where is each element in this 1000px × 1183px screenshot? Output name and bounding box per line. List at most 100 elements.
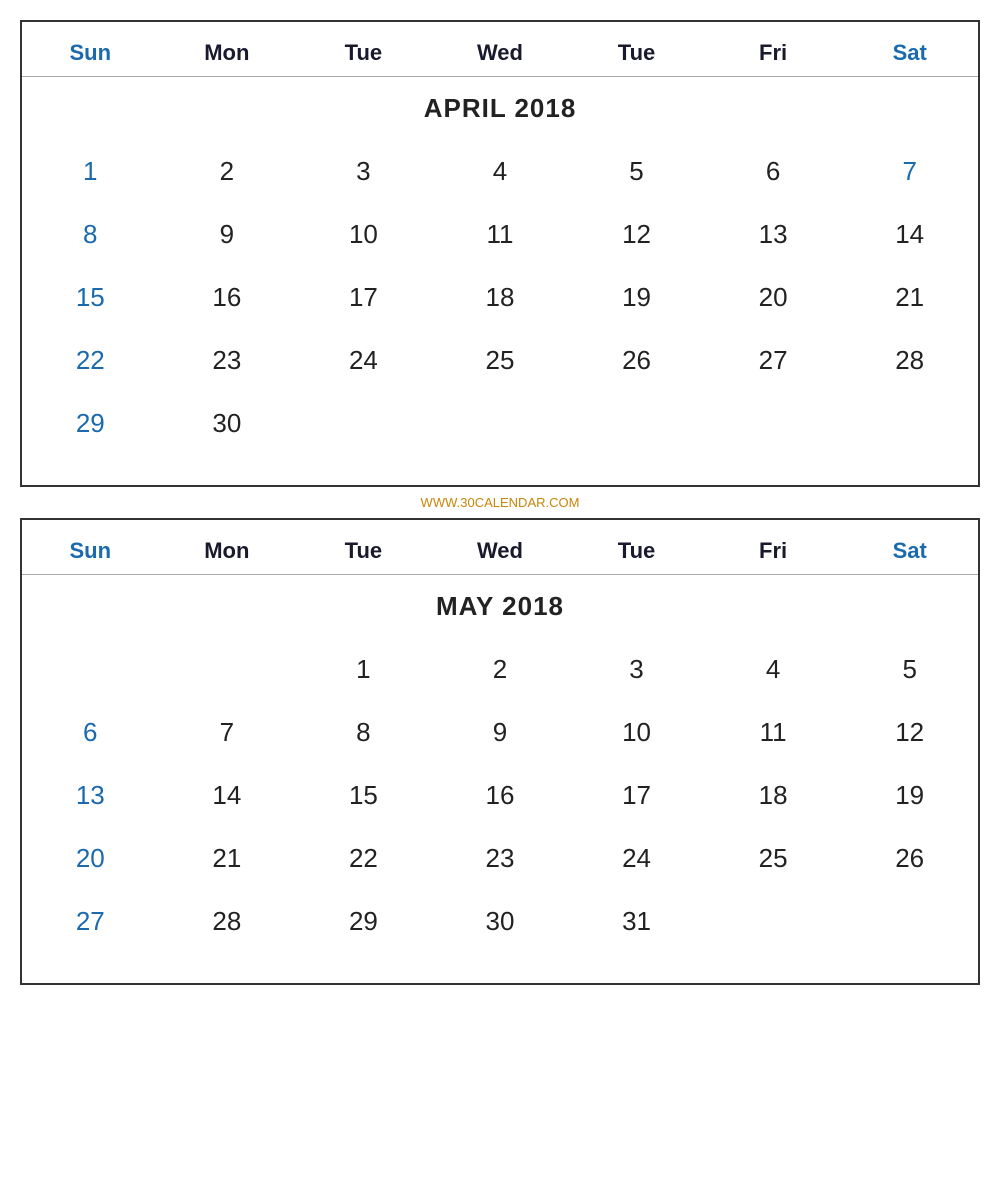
april-day-15: 15 <box>22 266 159 329</box>
april-day-18: 18 <box>432 266 569 329</box>
may-day-4: 4 <box>705 638 842 701</box>
april-header-fri: Fri <box>705 22 842 77</box>
may-day-30: 30 <box>432 890 569 953</box>
may-day-1: 1 <box>295 638 432 701</box>
may-day-2: 2 <box>432 638 569 701</box>
may-day-8: 8 <box>295 701 432 764</box>
april-title: APRIL 2018 <box>22 77 978 141</box>
may-day-6: 6 <box>22 701 159 764</box>
april-calendar: Sun Mon Tue Wed Tue Fri Sat APRIL 2018 1… <box>20 20 980 487</box>
may-day-empty-2 <box>159 638 296 701</box>
may-day-18: 18 <box>705 764 842 827</box>
april-day-13: 13 <box>705 203 842 266</box>
may-day-31: 31 <box>568 890 705 953</box>
may-week-3: 13 14 15 16 17 18 19 <box>22 764 978 827</box>
may-header-thu: Tue <box>568 520 705 575</box>
april-day-3: 3 <box>295 140 432 203</box>
april-day-27: 27 <box>705 329 842 392</box>
april-header-sun: Sun <box>22 22 159 77</box>
april-day-25: 25 <box>432 329 569 392</box>
april-day-empty-5 <box>841 392 978 455</box>
april-header-sat: Sat <box>841 22 978 77</box>
may-day-13: 13 <box>22 764 159 827</box>
may-day-28: 28 <box>159 890 296 953</box>
may-day-5: 5 <box>841 638 978 701</box>
may-day-22: 22 <box>295 827 432 890</box>
watermark: WWW.30CALENDAR.COM <box>20 487 980 518</box>
may-header-mon: Mon <box>159 520 296 575</box>
may-day-empty-4 <box>841 890 978 953</box>
april-day-26: 26 <box>568 329 705 392</box>
may-day-10: 10 <box>568 701 705 764</box>
april-header-thu: Tue <box>568 22 705 77</box>
may-header-fri: Fri <box>705 520 842 575</box>
april-header-tue: Tue <box>295 22 432 77</box>
april-day-9: 9 <box>159 203 296 266</box>
may-day-17: 17 <box>568 764 705 827</box>
april-day-19: 19 <box>568 266 705 329</box>
may-day-19: 19 <box>841 764 978 827</box>
april-day-10: 10 <box>295 203 432 266</box>
april-day-12: 12 <box>568 203 705 266</box>
april-day-empty-3 <box>568 392 705 455</box>
april-day-21: 21 <box>841 266 978 329</box>
april-padding-row <box>22 455 978 485</box>
april-day-23: 23 <box>159 329 296 392</box>
april-day-2: 2 <box>159 140 296 203</box>
may-day-3: 3 <box>568 638 705 701</box>
may-header-wed: Wed <box>432 520 569 575</box>
may-week-2: 6 7 8 9 10 11 12 <box>22 701 978 764</box>
may-day-empty-3 <box>705 890 842 953</box>
may-day-empty-1 <box>22 638 159 701</box>
april-day-30: 30 <box>159 392 296 455</box>
may-day-21: 21 <box>159 827 296 890</box>
may-day-14: 14 <box>159 764 296 827</box>
april-day-22: 22 <box>22 329 159 392</box>
april-day-7: 7 <box>841 140 978 203</box>
may-day-7: 7 <box>159 701 296 764</box>
april-day-6: 6 <box>705 140 842 203</box>
may-padding-row <box>22 953 978 983</box>
april-header-wed: Wed <box>432 22 569 77</box>
april-day-14: 14 <box>841 203 978 266</box>
april-week-5: 29 30 <box>22 392 978 455</box>
may-day-16: 16 <box>432 764 569 827</box>
april-day-4: 4 <box>432 140 569 203</box>
april-header-mon: Mon <box>159 22 296 77</box>
may-title: MAY 2018 <box>22 575 978 639</box>
april-day-11: 11 <box>432 203 569 266</box>
april-day-28: 28 <box>841 329 978 392</box>
april-week-1: 1 2 3 4 5 6 7 <box>22 140 978 203</box>
may-calendar: Sun Mon Tue Wed Tue Fri Sat MAY 2018 1 2… <box>20 518 980 985</box>
may-day-29: 29 <box>295 890 432 953</box>
april-day-24: 24 <box>295 329 432 392</box>
april-week-4: 22 23 24 25 26 27 28 <box>22 329 978 392</box>
april-day-empty-4 <box>705 392 842 455</box>
may-header-sun: Sun <box>22 520 159 575</box>
april-day-empty-1 <box>295 392 432 455</box>
may-day-24: 24 <box>568 827 705 890</box>
april-week-3: 15 16 17 18 19 20 21 <box>22 266 978 329</box>
may-day-25: 25 <box>705 827 842 890</box>
may-day-9: 9 <box>432 701 569 764</box>
may-day-23: 23 <box>432 827 569 890</box>
april-day-29: 29 <box>22 392 159 455</box>
may-day-11: 11 <box>705 701 842 764</box>
april-day-1: 1 <box>22 140 159 203</box>
may-day-12: 12 <box>841 701 978 764</box>
may-day-26: 26 <box>841 827 978 890</box>
may-week-4: 20 21 22 23 24 25 26 <box>22 827 978 890</box>
may-day-27: 27 <box>22 890 159 953</box>
april-day-empty-2 <box>432 392 569 455</box>
april-day-8: 8 <box>22 203 159 266</box>
april-day-17: 17 <box>295 266 432 329</box>
april-week-2: 8 9 10 11 12 13 14 <box>22 203 978 266</box>
may-week-5: 27 28 29 30 31 <box>22 890 978 953</box>
may-header-sat: Sat <box>841 520 978 575</box>
may-week-1: 1 2 3 4 5 <box>22 638 978 701</box>
april-day-20: 20 <box>705 266 842 329</box>
may-day-20: 20 <box>22 827 159 890</box>
april-day-5: 5 <box>568 140 705 203</box>
april-day-16: 16 <box>159 266 296 329</box>
may-day-15: 15 <box>295 764 432 827</box>
